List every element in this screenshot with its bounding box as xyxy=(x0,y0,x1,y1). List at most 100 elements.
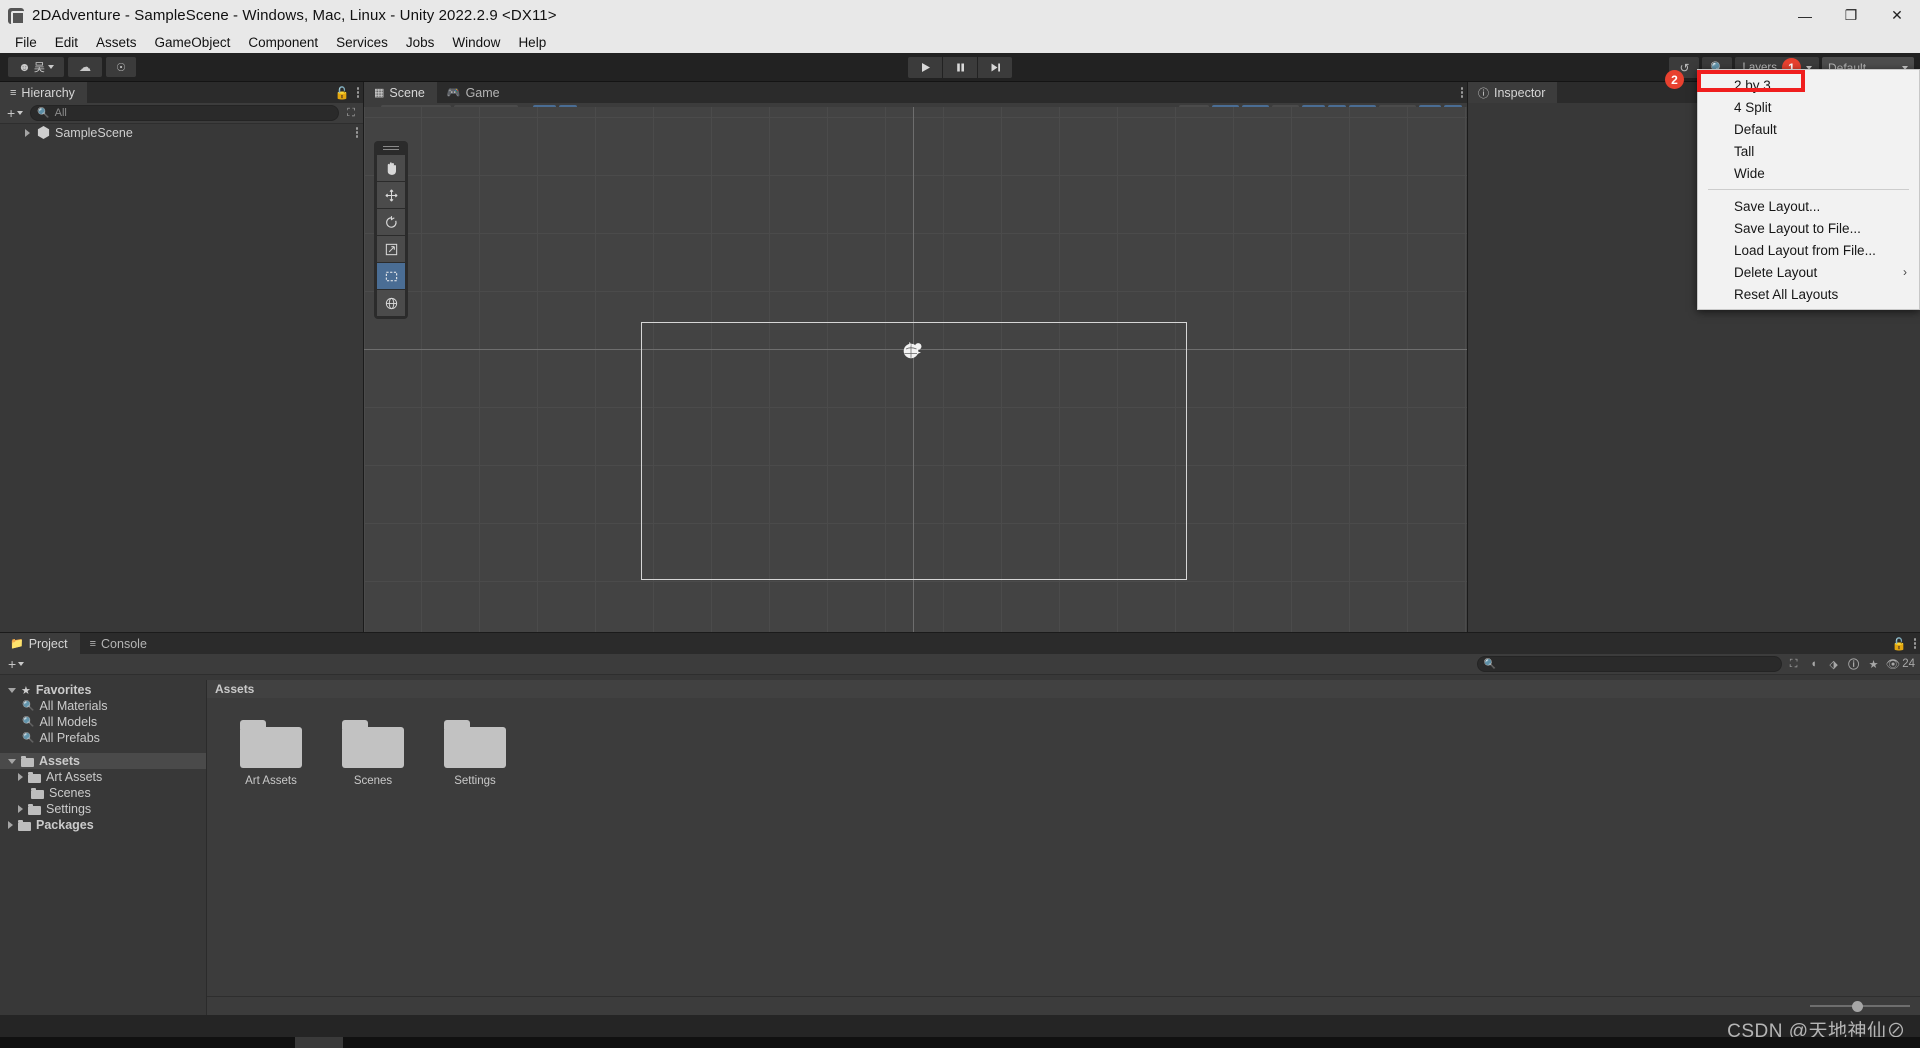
asset-item-settings[interactable]: Settings xyxy=(437,720,513,787)
taskbar-item[interactable] xyxy=(295,1037,343,1048)
step-button[interactable] xyxy=(978,56,1012,78)
menu-services[interactable]: Services xyxy=(327,33,397,52)
menu-item-reset-all-layouts[interactable]: Reset All Layouts xyxy=(1698,283,1919,305)
tree-row-packages[interactable]: Packages xyxy=(0,817,206,833)
kebab-menu-icon[interactable] xyxy=(356,87,359,98)
grid-line xyxy=(1291,107,1292,632)
hierarchy-add-label: + xyxy=(7,105,16,121)
scene-visibility-count[interactable]: 👁 24 xyxy=(1886,656,1915,672)
tab-hierarchy[interactable]: ≡ Hierarchy xyxy=(0,82,87,103)
menu-item-delete-layout[interactable]: Delete Layout › xyxy=(1698,261,1919,283)
tree-row-settings[interactable]: Settings xyxy=(0,801,206,817)
expand-window-icon[interactable]: ⛶ xyxy=(343,105,359,121)
tab-project[interactable]: 📁 Project xyxy=(0,633,80,654)
menu-item-save-layout-to-file[interactable]: Save Layout to File... xyxy=(1698,217,1919,239)
unity-logo-icon xyxy=(8,7,25,25)
hierarchy-row-label: SampleScene xyxy=(55,125,133,140)
grid-line xyxy=(364,233,1467,234)
rotate-tool-icon[interactable] xyxy=(377,209,405,235)
chevron-right-icon[interactable] xyxy=(18,773,23,781)
tab-inspector[interactable]: ⓘ Inspector xyxy=(1468,82,1558,103)
project-search-input[interactable]: 🔍 xyxy=(1476,656,1782,672)
kebab-menu-icon[interactable] xyxy=(1460,87,1463,98)
lock-open-icon[interactable]: 🔓 xyxy=(335,86,350,100)
chevron-down-icon xyxy=(18,662,25,666)
expand-window-icon[interactable]: ⛶ xyxy=(1786,656,1802,672)
asset-item-art-assets[interactable]: Art Assets xyxy=(233,720,309,787)
kebab-menu-icon[interactable] xyxy=(1913,638,1916,649)
menu-window[interactable]: Window xyxy=(443,33,509,52)
rect-tool-icon[interactable] xyxy=(377,263,405,289)
tree-row-all-materials[interactable]: 🔍 All Materials xyxy=(0,698,206,714)
status-bar xyxy=(0,1015,1920,1037)
hierarchy-add-button[interactable]: + xyxy=(4,105,26,121)
menu-jobs[interactable]: Jobs xyxy=(397,33,444,52)
menu-help[interactable]: Help xyxy=(509,33,555,52)
chevron-right-icon[interactable] xyxy=(25,128,30,137)
asset-zoom-slider[interactable] xyxy=(1810,1000,1910,1012)
chevron-right-icon[interactable] xyxy=(8,821,13,829)
menu-gameobject[interactable]: GameObject xyxy=(146,33,240,52)
menu-component[interactable]: Component xyxy=(239,33,327,52)
filter-favorites-icon[interactable]: ★ xyxy=(1866,656,1882,672)
maximize-icon[interactable]: ❐ xyxy=(1828,0,1874,31)
tree-row-favorites[interactable]: ★ Favorites xyxy=(0,682,206,698)
close-icon[interactable]: ✕ xyxy=(1874,0,1920,31)
menu-file[interactable]: File xyxy=(6,33,46,52)
hierarchy-search-input[interactable]: 🔍 All xyxy=(30,105,339,121)
menu-item-4-split[interactable]: 4 Split xyxy=(1698,96,1919,118)
hand-tool-icon[interactable] xyxy=(377,155,405,181)
pause-button[interactable] xyxy=(943,56,977,78)
filter-by-label-icon[interactable]: ⬗ xyxy=(1826,656,1842,672)
kebab-menu-icon[interactable] xyxy=(355,127,358,138)
tab-scene[interactable]: ▦ Scene xyxy=(364,82,437,103)
chevron-down-icon[interactable] xyxy=(8,758,16,764)
minimize-icon[interactable]: — xyxy=(1782,0,1828,31)
main-camera-gizmo-icon[interactable] xyxy=(902,339,924,361)
slider-knob[interactable] xyxy=(1852,1000,1863,1012)
filter-by-type-icon[interactable]: ◖ xyxy=(1806,656,1822,672)
grid-line xyxy=(364,107,365,632)
asset-item-scenes[interactable]: Scenes xyxy=(335,720,411,787)
search-icon: 🔍 xyxy=(37,107,50,119)
chevron-down-icon[interactable] xyxy=(8,687,16,693)
project-add-button[interactable]: + xyxy=(5,656,27,672)
window-title: 2DAdventure - SampleScene - Windows, Mac… xyxy=(32,7,557,24)
menu-item-save-layout[interactable]: Save Layout... xyxy=(1698,195,1919,217)
tab-console[interactable]: ≡ Console xyxy=(80,633,159,654)
cloud-button[interactable]: ☁ xyxy=(68,57,102,77)
package-manager-button[interactable]: ☉ xyxy=(106,57,136,77)
move-tool-icon[interactable] xyxy=(377,182,405,208)
tree-row-art-assets[interactable]: Art Assets xyxy=(0,769,206,785)
tree-row-label: All Materials xyxy=(39,699,108,713)
menu-assets[interactable]: Assets xyxy=(87,33,146,52)
chevron-right-icon[interactable] xyxy=(18,805,23,813)
scale-tool-icon[interactable] xyxy=(377,236,405,262)
filter-warnings-icon[interactable]: ⓘ xyxy=(1846,656,1862,672)
tree-row-label: Art Assets xyxy=(46,770,103,784)
transform-tool-icon[interactable] xyxy=(377,290,405,316)
hierarchy-row-samplescene[interactable]: SampleScene xyxy=(0,124,363,141)
play-button[interactable] xyxy=(908,56,942,78)
tree-row-scenes[interactable]: Scenes xyxy=(0,785,206,801)
tree-row-all-prefabs[interactable]: 🔍 All Prefabs xyxy=(0,730,206,746)
tab-project-label: Project xyxy=(28,636,68,651)
lock-open-icon[interactable]: 🔓 xyxy=(1892,637,1907,651)
menu-item-wide[interactable]: Wide xyxy=(1698,162,1919,184)
tree-row-assets[interactable]: Assets xyxy=(0,753,206,769)
tree-row-all-models[interactable]: 🔍 All Models xyxy=(0,714,206,730)
menu-item-tall[interactable]: Tall xyxy=(1698,140,1919,162)
menu-item-label: 2 by 3 xyxy=(1734,77,1771,93)
search-icon: 🔍 xyxy=(22,700,35,712)
menu-edit[interactable]: Edit xyxy=(46,33,87,52)
grid-line xyxy=(479,107,480,632)
drag-handle[interactable] xyxy=(383,144,399,151)
folder-icon xyxy=(240,720,302,768)
asset-grid: Art Assets Scenes Settings xyxy=(207,698,1920,787)
account-button[interactable]: ☻ 吴 xyxy=(8,57,64,77)
menu-item-2-by-3[interactable]: 2 by 3 xyxy=(1698,74,1919,96)
menu-item-load-layout-from-file[interactable]: Load Layout from File... xyxy=(1698,239,1919,261)
menu-item-default[interactable]: Default xyxy=(1698,118,1919,140)
tab-game[interactable]: 🎮 Game xyxy=(437,82,512,103)
scene-canvas[interactable] xyxy=(364,107,1467,632)
